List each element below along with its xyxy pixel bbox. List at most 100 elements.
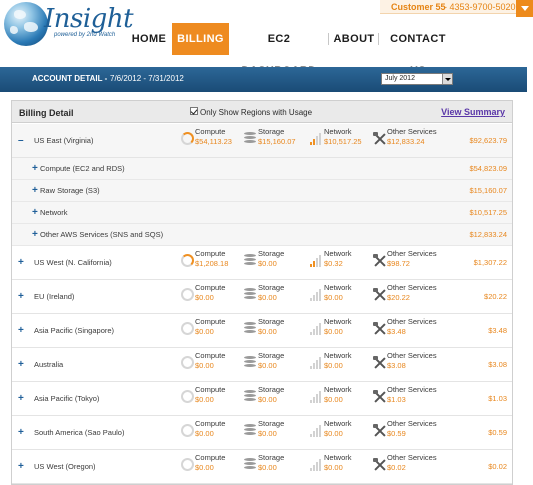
expand-icon[interactable]: +: [18, 257, 24, 268]
network-amount: $10,517.25: [324, 137, 362, 146]
nav-contact-us[interactable]: CONTACT US: [382, 23, 454, 77]
compute-amount: $0.00: [195, 395, 214, 404]
expand-icon[interactable]: +: [32, 207, 38, 218]
network-bars-icon: [310, 422, 324, 437]
expand-icon[interactable]: +: [32, 229, 38, 240]
detail-row[interactable]: + Other AWS Services (SNS and SQS) $12,833…: [12, 224, 512, 246]
region-total: $1,307.22: [473, 257, 507, 267]
billing-detail-title: Billing Detail: [19, 108, 74, 118]
storage-label: Storage: [258, 351, 285, 360]
storage-label: Storage: [258, 419, 285, 428]
storage-disk-icon: [244, 456, 258, 470]
compute-label: Compute: [195, 283, 226, 292]
region-total: $20.22: [484, 291, 507, 301]
month-select[interactable]: July 2012: [381, 73, 453, 85]
expand-icon[interactable]: +: [18, 393, 24, 404]
expand-icon[interactable]: +: [32, 185, 38, 196]
usage-filter-checkbox[interactable]: [190, 107, 198, 115]
storage-label: Storage: [258, 453, 285, 462]
region-row[interactable]: + US West (N. California) Compute $1,208.18…: [12, 246, 512, 280]
billing-detail-header: Billing Detail Only Show Regions with Us…: [12, 101, 512, 123]
network-amount: $0.00: [324, 293, 343, 302]
region-name: Asia Pacific (Singapore): [34, 325, 115, 335]
detail-total: $10,517.25: [469, 207, 507, 217]
region-row[interactable]: – US East (Virginia) Compute $54,113.23 Stor…: [12, 124, 512, 158]
region-row[interactable]: + South America (Sao Paulo) Compute $0.00 St…: [12, 416, 512, 450]
logo-tagline: powered by 2nd Watch: [54, 32, 116, 38]
expand-icon[interactable]: +: [32, 163, 38, 174]
nav-divider: [378, 33, 379, 45]
compute-amount: $54,113.23: [195, 137, 232, 146]
network-bars-icon: [310, 388, 324, 403]
chevron-down-icon[interactable]: [442, 74, 452, 84]
tools-icon: [373, 130, 387, 145]
network-amount: $0.00: [324, 429, 343, 438]
network-amount: $0.00: [324, 327, 343, 336]
billing-detail-panel: Billing Detail Only Show Regions with Us…: [11, 100, 513, 485]
storage-amount: $0.00: [258, 395, 277, 404]
nav-home[interactable]: HOME: [128, 23, 170, 55]
compute-ring-icon: [181, 252, 195, 267]
network-bars-icon: [310, 286, 324, 301]
account-detail-bar: ACCOUNT DETAIL - 7/6/2012 - 7/31/2012 Ju…: [0, 67, 527, 92]
region-row[interactable]: + EU (Ireland) Compute $0.00 Storage $0.00 Net…: [12, 280, 512, 314]
storage-disk-icon: [244, 388, 258, 402]
account-title: ACCOUNT DETAIL -: [32, 74, 108, 83]
detail-total: $15,160.07: [469, 185, 507, 195]
network-label: Network: [324, 453, 352, 462]
globe-icon: [4, 2, 48, 46]
insight-logo[interactable]: Insight powered by 2nd Watch: [4, 2, 134, 48]
detail-row[interactable]: + Raw Storage (S3) $15,160.07: [12, 180, 512, 202]
compute-label: Compute: [195, 351, 226, 360]
network-bars-icon: [310, 130, 324, 145]
storage-label: Storage: [258, 283, 285, 292]
nav-billing[interactable]: BILLING: [172, 23, 229, 55]
expand-icon[interactable]: +: [18, 325, 24, 336]
compute-amount: $0.00: [195, 361, 214, 370]
compute-ring-icon: [181, 422, 195, 437]
other-label: Other Services: [387, 127, 437, 136]
network-bars-icon: [310, 354, 324, 369]
detail-row[interactable]: + Network $10,517.25: [12, 202, 512, 224]
usage-filter-label[interactable]: Only Show Regions with Usage: [200, 108, 312, 117]
region-total: $92,623.79: [469, 135, 507, 145]
compute-label: Compute: [195, 127, 226, 136]
expand-icon[interactable]: +: [18, 291, 24, 302]
storage-disk-icon: [244, 320, 258, 334]
other-label: Other Services: [387, 453, 437, 462]
nav-about[interactable]: ABOUT: [332, 23, 376, 55]
compute-amount: $1,208.18: [195, 259, 229, 268]
compute-ring-icon: [181, 320, 195, 335]
region-row[interactable]: + US West (Oregon) Compute $0.00 Storage $0.0…: [12, 450, 512, 484]
view-summary-link[interactable]: View Summary: [441, 107, 505, 117]
other-amount: $12,833.24: [387, 137, 425, 146]
region-row[interactable]: + Asia Pacific (Tokyo) Compute $0.00 Storage…: [12, 382, 512, 416]
storage-label: Storage: [258, 249, 285, 258]
network-label: Network: [324, 283, 352, 292]
expand-icon[interactable]: +: [18, 461, 24, 472]
compute-label: Compute: [195, 419, 226, 428]
nav-ec2-dashboard[interactable]: EC2 DASHBOARD: [231, 23, 327, 77]
storage-label: Storage: [258, 385, 285, 394]
expand-icon[interactable]: +: [18, 359, 24, 370]
account-date-range: 7/6/2012 - 7/31/2012: [110, 74, 184, 83]
compute-ring-icon: [181, 130, 195, 145]
nav-divider: [328, 33, 329, 45]
expand-icon[interactable]: +: [18, 427, 24, 438]
tools-icon: [373, 286, 387, 301]
compute-label: Compute: [195, 453, 226, 462]
chevron-down-icon[interactable]: [516, 0, 533, 17]
detail-total: $12,833.24: [469, 229, 507, 239]
compute-label: Compute: [195, 249, 226, 258]
network-bars-icon: [310, 456, 324, 471]
region-row[interactable]: + Asia Pacific (Singapore) Compute $0.00 Sto…: [12, 314, 512, 348]
region-row[interactable]: + Australia Compute $0.00 Storage $0.00 Networ…: [12, 348, 512, 382]
compute-amount: $0.00: [195, 429, 214, 438]
compute-label: Compute: [195, 317, 226, 326]
region-name: South America (Sao Paulo): [34, 427, 125, 437]
storage-disk-icon: [244, 252, 258, 266]
detail-row[interactable]: + Compute (EC2 and RDS) $54,823.09: [12, 158, 512, 180]
network-bars-icon: [310, 320, 324, 335]
other-label: Other Services: [387, 351, 437, 360]
collapse-icon[interactable]: –: [18, 135, 24, 146]
